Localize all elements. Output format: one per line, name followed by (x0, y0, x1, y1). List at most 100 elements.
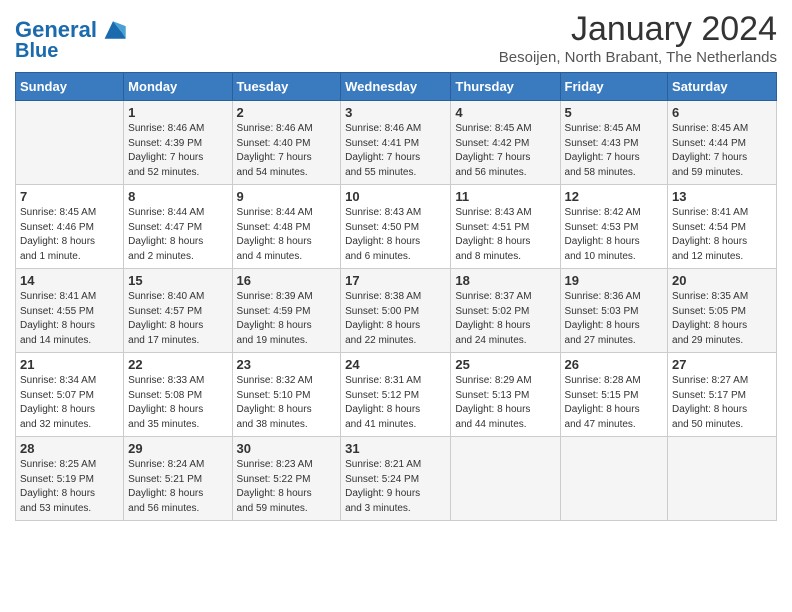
day-number: 22 (128, 357, 227, 372)
day-number: 4 (455, 105, 555, 120)
day-info: Sunrise: 8:46 AMSunset: 4:41 PMDaylight:… (345, 122, 446, 180)
day-info: Sunrise: 8:45 AMSunset: 4:43 PMDaylight:… (565, 122, 664, 180)
day-info: Sunrise: 8:39 AMSunset: 4:59 PMDaylight:… (237, 290, 337, 348)
day-info: Sunrise: 8:41 AMSunset: 4:55 PMDaylight:… (20, 290, 119, 348)
calendar-cell: 8 Sunrise: 8:44 AMSunset: 4:47 PMDaylight… (124, 185, 232, 269)
day-number: 5 (565, 105, 664, 120)
calendar-cell: 5 Sunrise: 8:45 AMSunset: 4:43 PMDaylight… (560, 101, 668, 185)
calendar-cell: 20Sunrise: 8:35 AMSunset: 5:05 PMDayligh… (668, 269, 777, 353)
calendar-cell: 15Sunrise: 8:40 AMSunset: 4:57 PMDayligh… (124, 269, 232, 353)
calendar-cell: 3 Sunrise: 8:46 AMSunset: 4:41 PMDaylight… (341, 101, 451, 185)
day-number: 31 (345, 441, 446, 456)
month-year: January 2024 (499, 10, 777, 49)
day-info: Sunrise: 8:21 AMSunset: 5:24 PMDaylight:… (345, 458, 446, 516)
day-info: Sunrise: 8:29 AMSunset: 5:13 PMDaylight:… (455, 374, 555, 432)
day-number: 16 (237, 273, 337, 288)
calendar-week-row: 14Sunrise: 8:41 AMSunset: 4:55 PMDayligh… (16, 269, 777, 353)
day-info: Sunrise: 8:38 AMSunset: 5:00 PMDaylight:… (345, 290, 446, 348)
day-info: Sunrise: 8:33 AMSunset: 5:08 PMDaylight:… (128, 374, 227, 432)
day-number: 10 (345, 189, 446, 204)
day-info: Sunrise: 8:43 AMSunset: 4:51 PMDaylight:… (455, 206, 555, 264)
day-number: 9 (237, 189, 337, 204)
day-header-saturday: Saturday (668, 73, 777, 101)
calendar-cell: 25 Sunrise: 8:29 AMSunset: 5:13 PMDayligh… (451, 353, 560, 437)
day-info: Sunrise: 8:46 AMSunset: 4:40 PMDaylight:… (237, 122, 337, 180)
calendar-cell: 29 Sunrise: 8:24 AMSunset: 5:21 PMDayligh… (124, 437, 232, 521)
day-info: Sunrise: 8:25 AMSunset: 5:19 PMDaylight:… (20, 458, 119, 516)
day-number: 15 (128, 273, 227, 288)
calendar-cell: 27 Sunrise: 8:27 AMSunset: 5:17 PMDayligh… (668, 353, 777, 437)
day-info: Sunrise: 8:31 AMSunset: 5:12 PMDaylight:… (345, 374, 446, 432)
day-number: 25 (455, 357, 555, 372)
day-number: 28 (20, 441, 119, 456)
calendar-cell: 28 Sunrise: 8:25 AMSunset: 5:19 PMDayligh… (16, 437, 124, 521)
calendar-cell: 13 Sunrise: 8:41 AMSunset: 4:54 PMDayligh… (668, 185, 777, 269)
day-number: 20 (672, 273, 772, 288)
calendar-cell: 31 Sunrise: 8:21 AMSunset: 5:24 PMDayligh… (341, 437, 451, 521)
calendar-cell: 10Sunrise: 8:43 AMSunset: 4:50 PMDayligh… (341, 185, 451, 269)
calendar-cell: 11 Sunrise: 8:43 AMSunset: 4:51 PMDayligh… (451, 185, 560, 269)
calendar-cell: 18 Sunrise: 8:37 AMSunset: 5:02 PMDayligh… (451, 269, 560, 353)
calendar-header-row: SundayMondayTuesdayWednesdayThursdayFrid… (16, 73, 777, 101)
day-number: 18 (455, 273, 555, 288)
day-info: Sunrise: 8:44 AMSunset: 4:48 PMDaylight:… (237, 206, 337, 264)
calendar-cell: 19 Sunrise: 8:36 AMSunset: 5:03 PMDayligh… (560, 269, 668, 353)
calendar-cell: 2 Sunrise: 8:46 AMSunset: 4:40 PMDaylight… (232, 101, 341, 185)
calendar-week-row: 28 Sunrise: 8:25 AMSunset: 5:19 PMDayligh… (16, 437, 777, 521)
day-number: 30 (237, 441, 337, 456)
day-number: 7 (20, 189, 119, 204)
day-info: Sunrise: 8:36 AMSunset: 5:03 PMDaylight:… (565, 290, 664, 348)
day-info: Sunrise: 8:24 AMSunset: 5:21 PMDaylight:… (128, 458, 227, 516)
day-header-tuesday: Tuesday (232, 73, 341, 101)
day-header-wednesday: Wednesday (341, 73, 451, 101)
day-number: 26 (565, 357, 664, 372)
day-info: Sunrise: 8:44 AMSunset: 4:47 PMDaylight:… (128, 206, 227, 264)
calendar-week-row: 1 Sunrise: 8:46 AMSunset: 4:39 PMDaylight… (16, 101, 777, 185)
logo-icon (99, 16, 127, 44)
page-header: General Blue January 2024 Besoijen, Nort… (15, 10, 777, 66)
logo-text: General (15, 18, 97, 42)
calendar-cell: 21 Sunrise: 8:34 AMSunset: 5:07 PMDayligh… (16, 353, 124, 437)
day-number: 2 (237, 105, 337, 120)
calendar-cell: 12Sunrise: 8:42 AMSunset: 4:53 PMDayligh… (560, 185, 668, 269)
day-info: Sunrise: 8:37 AMSunset: 5:02 PMDaylight:… (455, 290, 555, 348)
day-info: Sunrise: 8:34 AMSunset: 5:07 PMDaylight:… (20, 374, 119, 432)
day-number: 3 (345, 105, 446, 120)
day-info: Sunrise: 8:27 AMSunset: 5:17 PMDaylight:… (672, 374, 772, 432)
day-number: 8 (128, 189, 227, 204)
day-number: 17 (345, 273, 446, 288)
calendar-cell (560, 437, 668, 521)
calendar-cell: 16 Sunrise: 8:39 AMSunset: 4:59 PMDayligh… (232, 269, 341, 353)
day-number: 1 (128, 105, 227, 120)
calendar-cell: 17 Sunrise: 8:38 AMSunset: 5:00 PMDayligh… (341, 269, 451, 353)
logo: General Blue (15, 16, 127, 62)
calendar-cell: 4 Sunrise: 8:45 AMSunset: 4:42 PMDaylight… (451, 101, 560, 185)
day-header-thursday: Thursday (451, 73, 560, 101)
day-number: 11 (455, 189, 555, 204)
calendar-cell: 22 Sunrise: 8:33 AMSunset: 5:08 PMDayligh… (124, 353, 232, 437)
day-number: 21 (20, 357, 119, 372)
calendar-cell: 24Sunrise: 8:31 AMSunset: 5:12 PMDayligh… (341, 353, 451, 437)
day-info: Sunrise: 8:41 AMSunset: 4:54 PMDaylight:… (672, 206, 772, 264)
calendar-cell: 1 Sunrise: 8:46 AMSunset: 4:39 PMDaylight… (124, 101, 232, 185)
day-info: Sunrise: 8:46 AMSunset: 4:39 PMDaylight:… (128, 122, 227, 180)
calendar-cell (668, 437, 777, 521)
day-info: Sunrise: 8:28 AMSunset: 5:15 PMDaylight:… (565, 374, 664, 432)
day-info: Sunrise: 8:45 AMSunset: 4:46 PMDaylight:… (20, 206, 119, 264)
day-number: 27 (672, 357, 772, 372)
day-number: 13 (672, 189, 772, 204)
day-number: 19 (565, 273, 664, 288)
day-number: 29 (128, 441, 227, 456)
day-header-sunday: Sunday (16, 73, 124, 101)
day-info: Sunrise: 8:45 AMSunset: 4:42 PMDaylight:… (455, 122, 555, 180)
day-info: Sunrise: 8:23 AMSunset: 5:22 PMDaylight:… (237, 458, 337, 516)
calendar-cell: 9 Sunrise: 8:44 AMSunset: 4:48 PMDaylight… (232, 185, 341, 269)
title-block: January 2024 Besoijen, North Brabant, Th… (499, 10, 777, 66)
day-number: 23 (237, 357, 337, 372)
day-info: Sunrise: 8:32 AMSunset: 5:10 PMDaylight:… (237, 374, 337, 432)
day-number: 6 (672, 105, 772, 120)
calendar-week-row: 21 Sunrise: 8:34 AMSunset: 5:07 PMDayligh… (16, 353, 777, 437)
calendar-cell: 26 Sunrise: 8:28 AMSunset: 5:15 PMDayligh… (560, 353, 668, 437)
day-header-monday: Monday (124, 73, 232, 101)
calendar-table: SundayMondayTuesdayWednesdayThursdayFrid… (15, 72, 777, 521)
